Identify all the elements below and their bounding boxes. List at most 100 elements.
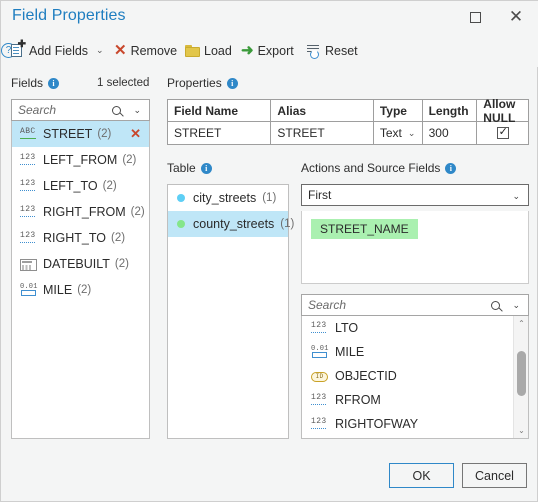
load-button[interactable]: Load (185, 34, 232, 67)
cell-allow-null[interactable] (477, 122, 528, 144)
cell-field-name[interactable]: STREET (168, 122, 272, 144)
reset-button[interactable]: Reset (306, 34, 358, 67)
list-item[interactable]: city_streets (1) (168, 185, 288, 211)
scroll-down-icon[interactable]: ⌄ (514, 423, 528, 438)
fields-search-placeholder: Search (18, 103, 57, 117)
list-item[interactable]: 123 LEFT_TO (2) (12, 173, 149, 199)
chevron-down-icon: ⌄ (96, 45, 104, 55)
fields-search-input[interactable]: Search ⌄ (11, 99, 150, 121)
folder-icon (185, 44, 200, 57)
cell-type[interactable]: Text ⌄ (374, 122, 423, 144)
chevron-down-icon[interactable]: ⌄ (512, 300, 520, 311)
list-item[interactable]: 123 RFROM (302, 388, 528, 412)
list-item[interactable]: 0.01 MILE (302, 340, 528, 364)
field-count-label: (2) (97, 128, 112, 140)
list-item[interactable]: 0.01 MILE (2) (12, 277, 149, 303)
allow-null-checkbox[interactable] (496, 125, 509, 139)
list-item[interactable]: 123 RIGHT_TO (2) (12, 225, 149, 251)
add-fields-icon: ✚ (11, 40, 26, 58)
page-title: Field Properties (12, 7, 126, 24)
column-header-type: Type (374, 100, 423, 121)
properties-header-row: Field Name Alias Type Length Allow NULL (168, 96, 528, 125)
source-field-label: RIGHTOFWAY (335, 417, 419, 431)
list-item[interactable]: 123 LEFT_FROM (2) (12, 147, 149, 173)
objectid-field-icon: ID (311, 372, 328, 382)
source-fields-scrollbar[interactable]: ⌃ ⌄ (513, 316, 528, 438)
double-field-icon: 0.01 (311, 345, 328, 359)
integer-field-icon: 123 (311, 417, 328, 431)
list-item[interactable]: 123RTO (302, 436, 528, 438)
column-header-allow-null: Allow NULL (483, 96, 516, 125)
action-dropdown[interactable]: First ⌄ (301, 184, 529, 206)
field-count-label: (2) (130, 206, 145, 218)
remove-label: Remove (130, 43, 178, 58)
source-fields-search-input[interactable]: Search ⌄ (301, 294, 529, 316)
integer-field-icon: 123 (20, 153, 37, 167)
cell-alias[interactable]: STREET (271, 122, 374, 144)
integer-field-icon: 123 (311, 321, 328, 335)
remove-button[interactable]: ✕ Remove (114, 34, 177, 67)
info-icon[interactable]: i (200, 162, 212, 174)
remove-x-icon: ✕ (114, 41, 127, 59)
integer-field-icon: 123 (311, 393, 328, 407)
info-icon[interactable]: i (48, 77, 60, 89)
list-item[interactable]: 123 RIGHT_FROM (2) (12, 199, 149, 225)
search-icon[interactable] (112, 106, 121, 115)
properties-section-label: Properties i (167, 76, 238, 90)
field-name-label: STREET (43, 127, 93, 141)
cancel-button[interactable]: Cancel (462, 463, 527, 488)
add-fields-label: Add Fields (29, 43, 89, 58)
info-icon[interactable]: i (226, 77, 238, 89)
export-button[interactable]: ➜ Export (241, 34, 294, 67)
field-count-label: (2) (102, 180, 117, 192)
close-button[interactable]: ✕ (504, 6, 528, 28)
properties-table[interactable]: Field Name Alias Type Length Allow NULL … (167, 96, 529, 145)
list-item[interactable]: ABC STREET (2) ✕ (12, 121, 149, 147)
fields-label-text: Fields (11, 76, 44, 90)
field-name-label: DATEBUILT (43, 257, 110, 271)
table-name-label: county_streets (193, 217, 275, 231)
list-item[interactable]: county_streets (1) (168, 211, 294, 237)
arrow-right-icon: ➜ (241, 42, 254, 59)
ok-button[interactable]: OK (389, 463, 454, 488)
list-item[interactable]: DATEBUILT (2) (12, 251, 149, 277)
field-properties-dialog: Field Properties ✕ ✚ Add Fields ⌄ ✕ Remo… (0, 0, 538, 502)
restore-icon (469, 11, 481, 23)
remove-field-icon[interactable]: ✕ (130, 126, 141, 141)
table-name-label: city_streets (193, 191, 257, 205)
double-field-icon: 0.01 (20, 283, 37, 297)
actions-section-label: Actions and Source Fields i (301, 161, 457, 175)
search-icon[interactable] (491, 301, 500, 310)
close-icon: ✕ (508, 7, 524, 26)
chevron-down-icon[interactable]: ⌄ (408, 128, 416, 139)
integer-field-icon: 123 (20, 231, 37, 245)
action-source-fields-area[interactable]: STREET_NAME (301, 211, 529, 284)
fields-list[interactable]: ABC STREET (2) ✕ 123 LEFT_FROM (2) 123 LEFT_TO (2… (11, 121, 150, 439)
actions-label-text: Actions and Source Fields (301, 161, 441, 175)
table-list[interactable]: city_streets (1) county_streets (1) (167, 184, 294, 439)
table-section-label: Table i (167, 161, 212, 175)
chevron-down-icon[interactable]: ⌄ (512, 191, 520, 202)
table-color-dot (177, 220, 185, 228)
restore-button[interactable] (463, 6, 487, 28)
table-row[interactable]: STREET STREET Text ⌄ 300 (168, 122, 528, 144)
source-field-chip[interactable]: STREET_NAME (311, 219, 418, 239)
scroll-up-icon[interactable]: ⌃ (514, 316, 528, 331)
cell-length[interactable]: 300 (423, 122, 478, 144)
toolbar: ✚ Add Fields ⌄ ✕ Remove Load ➜ Export Re… (1, 34, 538, 67)
list-item[interactable]: ID OBJECTID (302, 364, 528, 388)
column-header-field-name: Field Name (168, 100, 272, 121)
list-item[interactable]: 123 LTO (302, 316, 528, 340)
column-header-alias: Alias (271, 100, 374, 121)
integer-field-icon: 123 (20, 179, 37, 193)
chevron-down-icon[interactable]: ⌄ (133, 105, 141, 116)
info-icon[interactable]: i (445, 162, 457, 174)
table-count-label: (1) (262, 192, 277, 204)
field-count-label: (2) (110, 232, 126, 244)
add-fields-dropdown-button[interactable]: ⌄ (96, 34, 104, 67)
table-label-text: Table (167, 161, 196, 175)
list-item[interactable]: 123 RIGHTOFWAY (302, 412, 528, 436)
source-fields-list[interactable]: 123 LTO 0.01 MILE ID OBJECTID 123 RFROM 123 RIGHT… (301, 316, 529, 439)
add-fields-button[interactable]: ✚ Add Fields (11, 34, 88, 67)
scrollbar-thumb[interactable] (517, 351, 526, 396)
